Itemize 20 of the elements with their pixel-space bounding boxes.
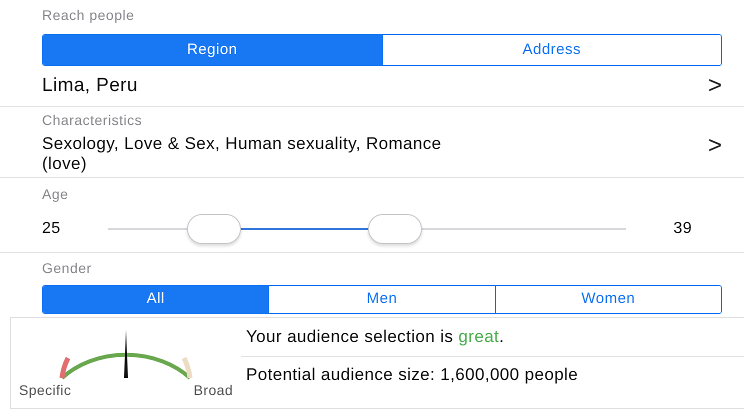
- section-label: Reach people: [42, 6, 136, 25]
- chevron-icon[interactable]: >: [708, 134, 722, 174]
- audience-rating-text: Your audience selection is great.: [241, 318, 744, 357]
- age-max: 39: [672, 219, 693, 240]
- chevron-icon[interactable]: >: [708, 74, 722, 98]
- section-label: Gender: [42, 259, 93, 278]
- age-min: 25: [42, 219, 62, 240]
- audience-size-text: Potential audience size: 1,600,000 people: [245, 364, 580, 384]
- slider-thumb[interactable]: [187, 214, 242, 244]
- segment-tab[interactable]: Address: [382, 35, 721, 65]
- slider-thumb[interactable]: [368, 214, 422, 244]
- segment-tab[interactable]: All: [43, 286, 268, 314]
- segment-tab[interactable]: Region: [43, 35, 382, 65]
- characteristics-value: Sexology, Love & Sex, Human sexuality, Romance (love): [42, 134, 443, 174]
- gauge-label: Broad: [194, 381, 233, 400]
- location-value: Lima, Peru: [42, 74, 138, 98]
- section-label: Characteristics: [42, 111, 144, 130]
- gauge-label: Specific: [19, 381, 72, 400]
- section-label: Age: [42, 185, 70, 204]
- segment-tab[interactable]: Women: [494, 286, 721, 314]
